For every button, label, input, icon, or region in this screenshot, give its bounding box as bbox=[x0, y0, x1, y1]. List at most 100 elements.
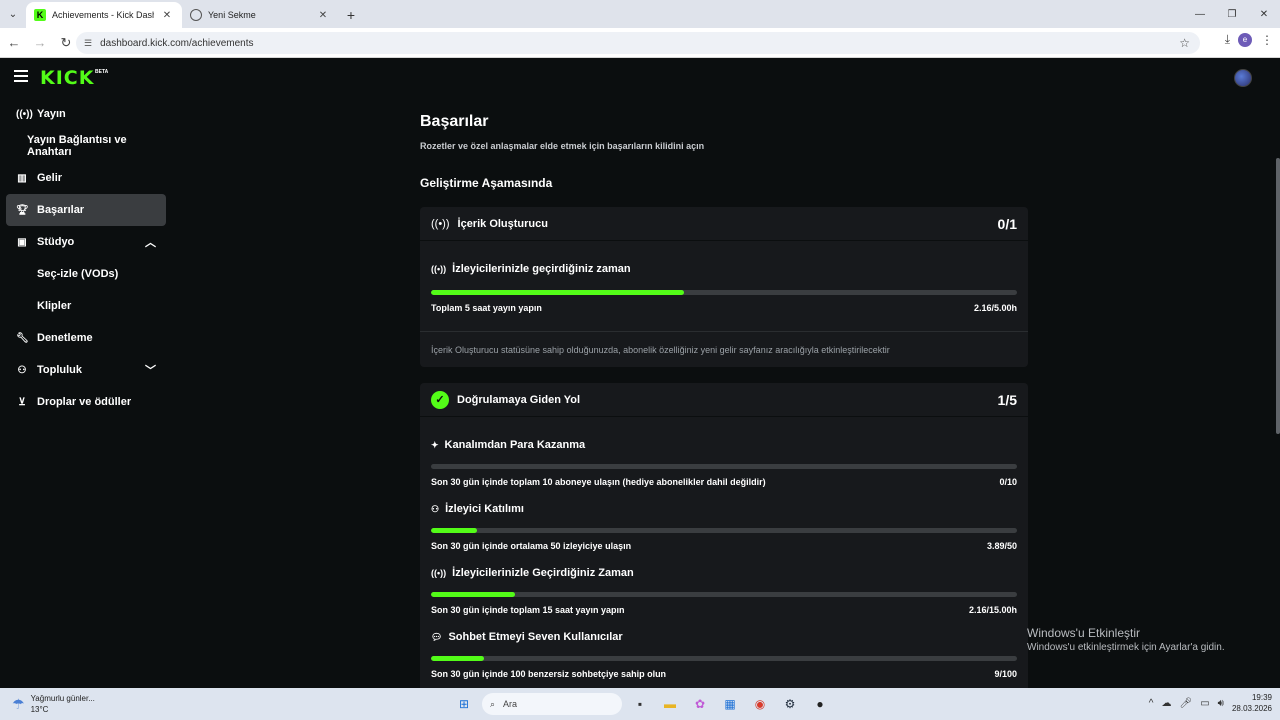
studio-icon: ▣ bbox=[17, 236, 27, 248]
copilot-icon[interactable]: ✿ bbox=[688, 692, 712, 716]
sidebar-item-yayin[interactable]: ((•)) Yayın bbox=[6, 98, 166, 130]
sidebar-item-label: Yayın Bağlantısı ve Anahtarı bbox=[27, 134, 127, 158]
verified-badge-icon: ✓ bbox=[431, 390, 449, 409]
kick-logo[interactable]: KICK bbox=[40, 67, 94, 89]
profile-avatar[interactable]: e bbox=[1238, 32, 1252, 47]
taskbar-search[interactable]: ⌕ Ara bbox=[482, 693, 622, 715]
file-explorer-icon[interactable]: ▬ bbox=[658, 692, 682, 716]
sidebar-item-denetleme[interactable]: 🔧︎ Denetleme bbox=[6, 322, 166, 354]
progress-fill bbox=[431, 656, 484, 661]
chrome-icon[interactable]: ◉ bbox=[748, 692, 772, 716]
close-icon[interactable]: ✕ bbox=[316, 10, 330, 21]
sidebar-item-droplar[interactable]: ⊻ Droplar ve ödüller bbox=[6, 386, 166, 418]
window-close-icon[interactable]: ✕ bbox=[1248, 0, 1280, 28]
page-subtitle: Rozetler ve özel anlaşmalar elde etmek i… bbox=[420, 141, 705, 151]
wrench-icon: 🔧︎ bbox=[16, 332, 29, 344]
broadcast-icon: ((•)) bbox=[431, 217, 450, 230]
app-icon[interactable]: ● bbox=[808, 692, 832, 716]
chart-icon: ▥ bbox=[17, 172, 27, 184]
sidebar-item-studyo[interactable]: ▣ Stüdyo ︿ bbox=[6, 226, 166, 258]
achievement-card-verification: ✓ Doğrulamaya Giden Yol 1/5 ✦ Kanalımdan… bbox=[420, 383, 1028, 688]
achievement-item: ((•)) İzleyicilerinizle Geçirdiğiniz Zam… bbox=[420, 551, 1028, 615]
sidebar-item-label: Klipler bbox=[37, 300, 72, 312]
kick-favicon-icon: K bbox=[34, 9, 46, 21]
achievement-title: İzleyici Katılımı bbox=[445, 503, 524, 515]
bookmark-star-icon[interactable]: ☆ bbox=[1179, 36, 1190, 50]
achievement-item: 💬︎ Sohbet Etmeyi Seven Kullanıcılar Son … bbox=[420, 615, 1028, 679]
achievement-title: Kanalımdan Para Kazanma bbox=[444, 439, 586, 451]
achievement-value: 2.16/15.00h bbox=[968, 605, 1017, 615]
achievement-description: Toplam 5 saat yayın yapın bbox=[431, 303, 542, 313]
restore-icon[interactable]: ❐ bbox=[1216, 0, 1248, 28]
achievement-title: İzleyicilerinizle Geçirdiğiniz Zaman bbox=[452, 567, 634, 579]
back-icon[interactable]: ← bbox=[2, 31, 26, 55]
sidebar-item-basarilar[interactable]: 🏆︎ Başarılar bbox=[6, 194, 166, 226]
network-icon[interactable]: ▭ bbox=[1200, 698, 1209, 709]
clock-time: 19:39 bbox=[1251, 693, 1272, 702]
address-bar: ← → ↻ ☰ dashboard.kick.com/achievements … bbox=[0, 28, 1280, 58]
steam-icon[interactable]: ⚙ bbox=[778, 692, 802, 716]
beta-tag: BETA bbox=[95, 69, 109, 75]
forward-icon[interactable]: → bbox=[28, 31, 52, 55]
weather-widget[interactable]: ☂ Yağmurlu günler... 13°C bbox=[12, 693, 95, 715]
tab-title: Yeni Sekme bbox=[208, 10, 256, 20]
achievement-description: Son 30 gün içinde ortalama 50 izleyiciye… bbox=[431, 541, 632, 551]
onedrive-icon[interactable]: ☁ bbox=[1161, 698, 1171, 709]
reload-icon[interactable]: ↻ bbox=[54, 31, 78, 55]
card-title: Doğrulamaya Giden Yol bbox=[457, 393, 581, 406]
store-icon[interactable]: ▦ bbox=[718, 692, 742, 716]
sidebar-item-vods[interactable]: Seç-izle (VODs) bbox=[6, 258, 166, 290]
achievement-title: İzleyicilerinizle geçirdiğiniz zaman bbox=[452, 263, 631, 275]
achievement-value: 0/10 bbox=[999, 477, 1017, 487]
achievement-value: 2.16/5.00h bbox=[973, 303, 1017, 313]
sidebar-item-label: Yayın bbox=[37, 108, 66, 120]
chat-icon: 💬︎ bbox=[431, 631, 443, 642]
close-icon[interactable]: ✕ bbox=[160, 10, 174, 21]
achievement-item: ✦ Kanalımdan Para Kazanma Son 30 gün içi… bbox=[420, 417, 1028, 487]
download-icon[interactable]: ⤓ bbox=[1225, 32, 1230, 47]
achievement-item: ⚇ İzleyici Katılımı Son 30 gün içinde or… bbox=[420, 487, 1028, 551]
url-text: dashboard.kick.com/achievements bbox=[100, 37, 254, 49]
chevron-up-icon[interactable]: ^ bbox=[1149, 698, 1154, 709]
tab-new-tab[interactable]: Yeni Sekme ✕ bbox=[182, 2, 338, 28]
sidebar-item-gelir[interactable]: ▥ Gelir bbox=[6, 162, 166, 194]
kick-dashboard-page: KICK BETA ((•)) Yayın Yayın Bağlantısı v… bbox=[0, 58, 1280, 688]
scrollbar[interactable] bbox=[1276, 158, 1280, 434]
tab-search-icon[interactable]: ⌄ bbox=[0, 0, 26, 28]
user-avatar[interactable] bbox=[1234, 69, 1252, 87]
progress-bar bbox=[431, 656, 1017, 661]
clock[interactable]: 19:39 28.03.2026 bbox=[1232, 692, 1272, 714]
trophy-icon: 🏆︎ bbox=[16, 204, 29, 216]
window-controls: — ❐ ✕ bbox=[1184, 0, 1280, 28]
minimize-icon[interactable]: — bbox=[1184, 0, 1216, 28]
taskbar: ☂ Yağmurlu günler... 13°C ⊞ ⌕ Ara ▪ ▬ ✿ … bbox=[0, 688, 1280, 720]
achievement-card-content-creator: ((•)) İçerik Oluşturucu 0/1 ((•)) İzleyi… bbox=[420, 207, 1028, 367]
volume-icon[interactable]: 🔊︎ bbox=[1218, 698, 1224, 709]
new-tab-button[interactable]: + bbox=[338, 2, 364, 28]
sidebar-item-topluluk[interactable]: ⚇ Topluluk ﹀ bbox=[6, 354, 166, 386]
hamburger-menu-icon[interactable] bbox=[14, 70, 28, 82]
clock-date: 28.03.2026 bbox=[1231, 704, 1272, 713]
achievement-value: 3.89/50 bbox=[986, 541, 1017, 551]
tab-achievements[interactable]: K Achievements - Kick Dashboard ✕ bbox=[26, 2, 182, 28]
broadcast-icon: ((•)) bbox=[431, 568, 447, 578]
chevron-up-icon[interactable]: ︿ bbox=[145, 234, 156, 250]
progress-fill bbox=[431, 290, 685, 295]
drops-icon: ⊻ bbox=[18, 396, 26, 408]
site-info-icon[interactable]: ☰ bbox=[84, 38, 92, 49]
more-menu-icon[interactable]: ⋮ bbox=[1260, 33, 1274, 47]
watermark-title: Windows'u Etkinleştir bbox=[1027, 626, 1140, 640]
broadcast-icon: ((•)) bbox=[431, 264, 447, 274]
url-field[interactable]: ☰ dashboard.kick.com/achievements ☆ bbox=[76, 32, 1200, 54]
windows-start-icon[interactable]: ⊞ bbox=[452, 692, 476, 716]
sidebar-item-klipler[interactable]: Klipler bbox=[6, 290, 166, 322]
section-title: Geliştirme Aşamasında bbox=[420, 176, 553, 190]
sidebar-item-label: Başarılar bbox=[37, 204, 85, 216]
chevron-down-icon[interactable]: ﹀ bbox=[145, 362, 156, 378]
progress-fill bbox=[431, 528, 477, 533]
task-view-icon[interactable]: ▪ bbox=[628, 692, 652, 716]
sidebar-item-stream-key[interactable]: Yayın Bağlantısı ve Anahtarı bbox=[6, 130, 166, 162]
microphone-icon[interactable]: 🎤︎ bbox=[1179, 698, 1192, 709]
sidebar-item-label: Seç-izle (VODs) bbox=[37, 268, 119, 280]
search-placeholder: Ara bbox=[503, 699, 518, 709]
